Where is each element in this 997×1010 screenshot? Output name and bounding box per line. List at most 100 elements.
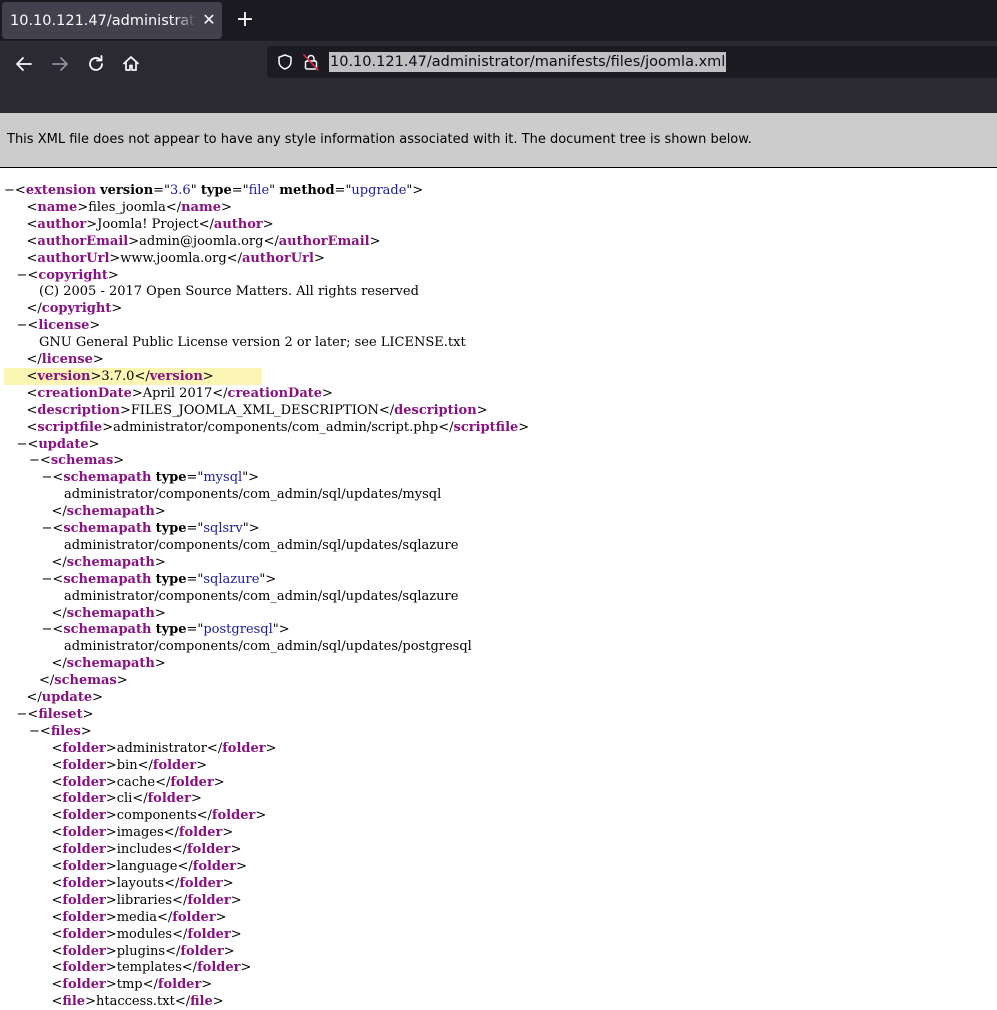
collapse-toggle[interactable]: − [29, 724, 40, 739]
collapse-toggle[interactable]: − [17, 268, 28, 283]
xml-text: < [51, 977, 63, 993]
xml-text: >files_joomla</ [77, 199, 182, 215]
xml-line: <name>files_joomla</name> [27, 199, 232, 216]
xml-line: <authorEmail>admin@joomla.org</authorEma… [27, 233, 381, 250]
shield-icon[interactable] [276, 53, 294, 71]
xml-text: < [26, 199, 38, 215]
xml-text: >layouts</ [105, 875, 180, 891]
collapse-toggle[interactable]: − [17, 318, 28, 333]
xml-tag-name: schemapath [63, 521, 152, 536]
xml-text: < [26, 368, 38, 384]
xml-collapsible-line[interactable]: −<schemas> [29, 452, 124, 469]
xml-text: < [26, 402, 38, 418]
xml-collapsible-line[interactable]: −<schemapath type="mysql"> [42, 469, 260, 486]
collapse-toggle[interactable]: − [42, 470, 53, 485]
xml-attr-name: type [155, 470, 187, 486]
collapse-toggle[interactable]: − [42, 622, 53, 637]
xml-text: </ [51, 504, 67, 520]
xml-text: > [476, 402, 488, 418]
xml-text: < [51, 994, 63, 1010]
xml-text: < [52, 470, 64, 486]
xml-text: >cache</ [105, 774, 171, 790]
xml-collapsible-line[interactable]: −<files> [29, 723, 92, 740]
xml-text: >Joomla! Project</ [86, 216, 214, 232]
xml-text: > [89, 318, 101, 334]
xml-line: <version>3.7.0</version> [4, 367, 262, 385]
xml-tag-name: author [213, 216, 263, 232]
xml-text: =" [153, 183, 171, 198]
xml-text: " [269, 183, 280, 198]
new-tab-button[interactable]: + [234, 8, 256, 32]
back-arrow-icon[interactable] [11, 51, 37, 77]
xml-collapsible-line[interactable]: −<schemapath type="sqlsrv"> [42, 520, 260, 537]
xml-text: < [26, 216, 38, 232]
xml-collapsible-line[interactable]: −<schemapath type="sqlazure"> [42, 571, 277, 588]
xml-attr-name: version [100, 183, 154, 198]
collapse-toggle[interactable]: − [17, 707, 28, 722]
collapse-toggle[interactable]: − [42, 521, 53, 536]
xml-text: < [39, 723, 51, 739]
xml-text: < [51, 943, 63, 959]
xml-text: > [92, 690, 104, 705]
collapse-toggle[interactable]: − [42, 572, 53, 587]
xml-text: </ [26, 301, 42, 317]
xml-collapsible-line[interactable]: −<fileset> [17, 706, 94, 723]
xml-tag-name: authorUrl [241, 250, 314, 266]
xml-text: < [51, 892, 63, 908]
home-icon[interactable] [118, 51, 144, 77]
xml-text: < [52, 622, 64, 638]
url-text[interactable]: 10.10.121.47/administrator/manifests/fil… [329, 52, 727, 72]
xml-attr-name: type [155, 622, 187, 638]
xml-tag-name: authorEmail [37, 233, 129, 249]
xml-text: </ [26, 352, 42, 367]
xml-text: > [154, 605, 166, 621]
xml-text: > [221, 199, 232, 215]
xml-line: <scriptfile>administrator/components/com… [27, 419, 530, 436]
xml-tag-name: folder [197, 960, 241, 976]
xml-text: =" [186, 622, 204, 638]
xml-tag-name: copyright [41, 301, 112, 317]
collapse-toggle[interactable]: − [29, 453, 40, 468]
xml-text: < [51, 740, 63, 756]
xml-text: < [51, 960, 63, 976]
tab-close-icon[interactable]: ✕ [200, 10, 218, 30]
reload-icon[interactable] [83, 51, 109, 77]
collapse-toggle[interactable]: − [4, 183, 15, 198]
xml-style-notice: This XML file does not appear to have an… [0, 113, 997, 168]
xml-collapsible-line[interactable]: −<copyright> [17, 267, 119, 284]
xml-tag-name: folder [179, 875, 223, 891]
xml-line: <folder>plugins</folder> [52, 943, 235, 960]
xml-text: > [201, 977, 213, 993]
xml-tag-name: folder [187, 892, 231, 908]
xml-line: administrator/components/com_admin/sql/u… [64, 486, 441, 503]
browser-tab[interactable]: 10.10.121.47/administrator/manifests/fil… [2, 2, 222, 39]
xml-collapsible-line[interactable]: −<update> [17, 436, 100, 453]
xml-tag-name: folder [178, 825, 223, 841]
collapse-toggle[interactable]: − [17, 437, 28, 452]
xml-tag-name: folder [62, 943, 106, 959]
xml-collapsible-line[interactable]: −<extension version="3.6" type="file" me… [4, 182, 423, 199]
xml-text: > [236, 859, 248, 874]
xml-text: > [111, 301, 123, 317]
xml-tag-name: creationDate [227, 385, 323, 401]
xml-text: < [51, 875, 63, 891]
xml-text: >FILES_JOOMLA_XML_DESCRIPTION</ [119, 402, 395, 418]
xml-tag-name: folder [147, 791, 192, 807]
address-bar[interactable]: 10.10.121.47/administrator/manifests/fil… [267, 46, 997, 78]
xml-collapsible-line[interactable]: −<license> [17, 317, 101, 334]
xml-text: < [39, 453, 51, 469]
xml-text: administrator/components/com_admin/sql/u… [64, 487, 442, 503]
tab-strip: 10.10.121.47/administrator/manifests/fil… [0, 0, 997, 41]
xml-tag-name: schemas [54, 673, 117, 689]
xml-line: </schemapath> [52, 554, 166, 571]
xml-collapsible-line[interactable]: −<schemapath type="postgresql"> [42, 621, 290, 638]
forward-arrow-icon[interactable] [47, 51, 73, 77]
xml-tag-name: folder [62, 859, 106, 874]
xml-text: > [230, 926, 242, 942]
insecure-lock-icon[interactable] [303, 53, 319, 71]
xml-tag-name: folder [152, 757, 197, 773]
xml-text: > [262, 216, 274, 232]
xml-attr-name: type [155, 521, 187, 536]
xml-tag-name: folder [62, 740, 106, 756]
xml-text: </ [51, 656, 67, 672]
